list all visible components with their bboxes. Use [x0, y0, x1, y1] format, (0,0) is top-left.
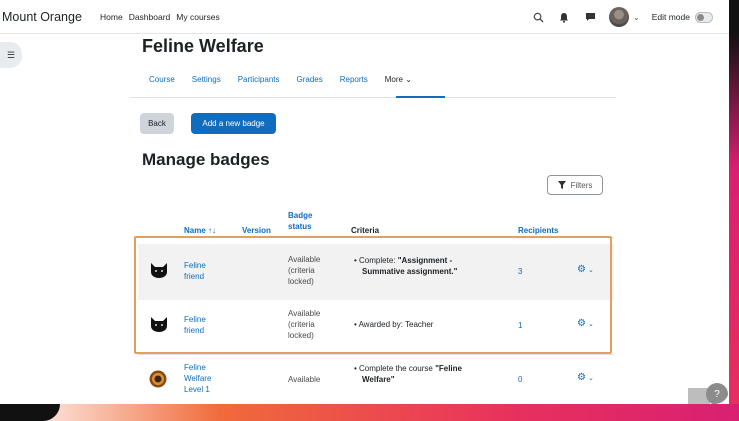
tab-reports[interactable]: Reports	[340, 75, 368, 84]
nav-home[interactable]: Home	[100, 12, 123, 22]
navbar-user-area: ⌄ Edit mode	[531, 0, 713, 34]
tab-participants[interactable]: Participants	[238, 75, 280, 84]
course-index-drawer-button[interactable]: ☰	[0, 42, 22, 68]
tab-more[interactable]: More ⌄	[385, 75, 412, 84]
search-icon[interactable]	[531, 10, 545, 24]
nav-my-courses[interactable]: My courses	[176, 12, 219, 22]
filter-icon	[557, 181, 566, 189]
site-name[interactable]: Mount Orange	[2, 10, 92, 24]
bell-icon[interactable]	[557, 10, 571, 24]
active-tab-indicator	[396, 96, 445, 98]
badge-name-line: Level 1	[184, 385, 210, 394]
top-navbar: Mount Orange Home Dashboard My courses ⌄…	[0, 0, 729, 34]
decorative-frame-right	[729, 0, 739, 421]
badge-name-line: Feline	[184, 363, 206, 372]
column-header-name[interactable]: Name ↑↓	[184, 225, 216, 236]
badge-name-link[interactable]: Feline Welfare Level 1	[184, 362, 211, 395]
decorative-frame-bottom	[0, 404, 739, 421]
column-header-badge-status-line2: status	[288, 222, 312, 231]
course-secondary-nav: Course Settings Participants Grades Repo…	[149, 75, 412, 84]
course-title: Feline Welfare	[142, 36, 264, 56]
nav-dashboard[interactable]: Dashboard	[129, 12, 171, 22]
filters-button[interactable]: Filters	[547, 175, 603, 195]
criteria-bold-text: Welfare"	[362, 375, 395, 384]
criteria-text: Complete the course	[359, 364, 436, 373]
help-button[interactable]: ?	[706, 383, 728, 404]
medal-icon	[149, 370, 167, 388]
column-header-recipients[interactable]: Recipients	[518, 225, 558, 236]
highlight-box	[134, 236, 612, 354]
secondary-nav-divider	[130, 97, 616, 98]
edit-mode-switch[interactable]: Edit mode	[651, 11, 713, 23]
tab-course[interactable]: Course	[149, 75, 175, 84]
column-header-badge-status[interactable]: Badge status	[288, 210, 312, 232]
recipients-count-link[interactable]: 0	[518, 374, 522, 385]
row-divider	[138, 354, 614, 355]
chevron-down-icon: ⌄	[587, 375, 594, 382]
filters-label: Filters	[570, 180, 593, 190]
badge-name-line: Welfare	[184, 374, 212, 383]
badge-status: Available	[288, 375, 321, 384]
browser-screen: Mount Orange Home Dashboard My courses ⌄…	[0, 0, 729, 404]
tab-settings[interactable]: Settings	[192, 75, 221, 84]
page-heading: Manage badges	[142, 150, 270, 169]
criteria-bold-text: "Feline	[435, 364, 462, 373]
column-header-badge-status-line1: Badge	[288, 211, 313, 220]
back-button[interactable]: Back	[140, 113, 174, 134]
badge-criteria: • Complete the course "Feline Welfare"	[354, 364, 462, 384]
column-header-version[interactable]: Version	[242, 225, 271, 236]
hamburger-icon: ☰	[6, 49, 16, 60]
user-menu-chevron-down-icon[interactable]: ⌄	[633, 13, 640, 22]
primary-navigation: Home Dashboard My courses	[100, 12, 220, 22]
user-avatar[interactable]	[609, 7, 630, 27]
tab-grades[interactable]: Grades	[297, 75, 323, 84]
edit-mode-toggle[interactable]	[695, 11, 713, 23]
edit-mode-label: Edit mode	[651, 12, 690, 22]
add-badge-button[interactable]: Add a new badge	[191, 113, 276, 134]
messages-icon[interactable]	[583, 10, 597, 24]
column-header-criteria: Criteria	[351, 226, 380, 235]
gear-icon[interactable]: ⚙ ⌄	[577, 372, 594, 383]
